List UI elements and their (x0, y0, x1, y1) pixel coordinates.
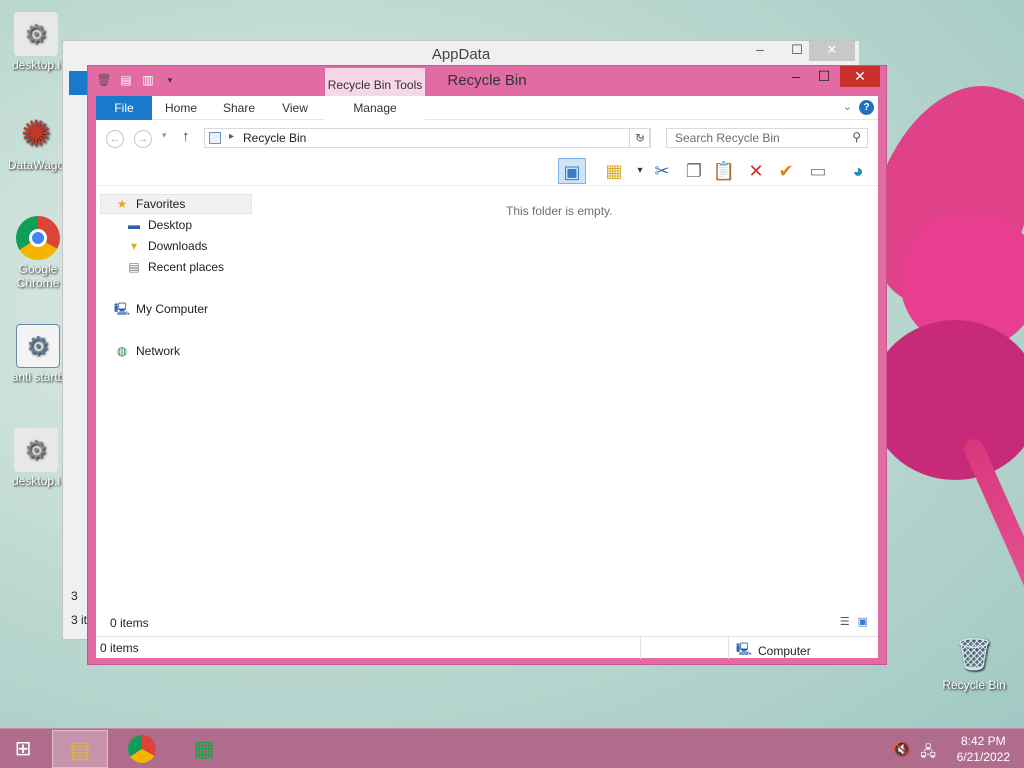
tab-manage[interactable]: Manage (325, 96, 425, 120)
chrome-icon (128, 735, 156, 763)
tab-share[interactable]: Share (214, 96, 264, 120)
network-icon: ◍ (116, 344, 128, 358)
chrome-icon (16, 216, 60, 260)
preview-pane-icon[interactable]: ▣ (558, 158, 586, 184)
settings-file-icon: ⚙ (14, 428, 58, 472)
appdata-status: 3 it (71, 613, 88, 627)
status-divider (728, 637, 729, 659)
search-input[interactable]: Search Recycle Bin ⚲ (666, 128, 868, 148)
downloads-folder-icon: ▾ (130, 239, 138, 253)
clock-date: 6/21/2022 (956, 750, 1010, 764)
maximize-button[interactable]: ☐ (810, 66, 838, 87)
paste-icon[interactable]: 📋 (710, 158, 738, 184)
restore-icon[interactable]: ✔ (772, 158, 800, 184)
status-location-label: Computer (758, 643, 811, 658)
appdata-close-button[interactable]: ✕ (809, 41, 855, 61)
appdata-side-number: 3 (71, 589, 78, 603)
desktop-icon-label: Recycle Bin (942, 678, 1006, 692)
nav-network[interactable]: ◍ Network (114, 341, 180, 361)
desktop-icon-label: Google Chrome (16, 262, 60, 290)
empty-folder-message: This folder is empty. (506, 204, 613, 218)
search-icon[interactable]: ⚲ (852, 130, 861, 144)
store-icon: ▦ (193, 736, 215, 761)
up-button[interactable]: ↑ (182, 128, 190, 145)
settings-file-icon: ⚙ (14, 12, 58, 56)
ribbon-tabs: File Home Share View Manage ⌄ ? (96, 96, 878, 120)
close-button[interactable]: ✕ (840, 66, 880, 87)
back-button[interactable]: ← (106, 130, 124, 148)
taskbar-google-chrome[interactable] (114, 730, 170, 768)
cut-icon[interactable]: ✂ (648, 158, 676, 184)
ribbon-expand-icon[interactable]: ⌄ (843, 100, 852, 113)
help-icon[interactable]: ? (859, 100, 874, 115)
recent-places-icon: ▤ (128, 260, 140, 274)
appdata-minimize-button[interactable]: – (737, 41, 783, 61)
details-view-icon[interactable]: ☰ (840, 615, 850, 628)
breadcrumb[interactable]: Recycle Bin (243, 131, 306, 145)
large-icons-view-icon[interactable]: ▣ (858, 615, 868, 628)
tab-file[interactable]: File (96, 96, 152, 120)
taskbar: ⊞ ▤ ▦ 🔇 🖧 8:42 PM 6/21/2022 (0, 728, 1024, 768)
nav-favorites-label: Favorites (136, 197, 186, 211)
refresh-button[interactable]: ↻ (629, 128, 651, 148)
nav-network-label: Network (136, 344, 181, 358)
recycle-bin-location-icon (209, 132, 221, 144)
start-button-windows-icon[interactable]: ⊞ (8, 737, 38, 761)
nav-computer-label: My Computer (136, 302, 209, 316)
tab-view[interactable]: View (270, 96, 320, 120)
search-placeholder: Search Recycle Bin (675, 131, 780, 145)
system-tray: 🔇 🖧 (893, 741, 936, 765)
nav-desktop[interactable]: ▬ Desktop (126, 215, 192, 235)
desktop-icon-recycle-bin[interactable]: 🗑 Recycle Bin (938, 632, 1010, 692)
clock[interactable]: 8:42 PM 6/21/2022 (957, 733, 1010, 765)
copy-icon[interactable]: ❐ (680, 158, 708, 184)
nav-downloads-label: Downloads (148, 239, 208, 253)
status-location: 🖳 Computer (736, 640, 811, 661)
nav-favorites[interactable]: ★ Favorites (114, 194, 186, 214)
wallpaper-stem (960, 435, 1024, 746)
datawagon-icon: ✺ (20, 113, 52, 154)
command-toolbar: ▣ ▦ ▾ ✂ ❐ 📋 ✕ ✔ ▭ ◕ (96, 156, 878, 186)
computer-icon: 🖳 (114, 302, 131, 316)
nav-my-computer[interactable]: 🖳 My Computer (114, 299, 208, 319)
forward-button[interactable]: → (134, 130, 152, 148)
tab-home[interactable]: Home (156, 96, 206, 120)
nav-recent-places[interactable]: ▤ Recent places (126, 257, 224, 277)
explorer-body: File Home Share View Manage ⌄ ? ← → ▾ ↑ … (96, 96, 878, 661)
breadcrumb-separator-icon[interactable]: ▸ (229, 131, 234, 142)
wallpaper-petal (870, 320, 1024, 480)
nav-downloads[interactable]: ▾ Downloads (126, 236, 207, 256)
computer-icon: 🖳 (736, 642, 753, 656)
properties-icon[interactable]: ▭ (804, 158, 832, 184)
status-bar: 0 items 🖳 Computer (96, 636, 878, 661)
navigation-pane: ★ Favorites ▬ Desktop ▾ Downloads ▤ Rece… (96, 194, 256, 634)
settings-gear-icon: ⚙ (16, 324, 60, 368)
recycle-bin-window[interactable]: 🗑 ▤ ▥ ▾ Recycle Bin Tools Recycle Bin – … (87, 65, 887, 665)
network-tray-icon[interactable]: 🖧 (920, 741, 936, 765)
nav-recent-label: Recent places (148, 260, 225, 274)
content-item-count: 0 items (110, 616, 149, 630)
star-icon: ★ (116, 197, 128, 211)
recent-locations-icon[interactable]: ▾ (162, 130, 167, 141)
window-titlebar[interactable]: 🗑 ▤ ▥ ▾ Recycle Bin Tools Recycle Bin – … (88, 66, 886, 122)
window-title: Recycle Bin (447, 72, 527, 89)
status-divider (640, 637, 641, 659)
address-bar[interactable]: ▸ Recycle Bin ⌄ (204, 128, 650, 148)
desktop-icon: ▬ (128, 218, 140, 232)
status-items: 0 items (100, 641, 139, 655)
taskbar-store[interactable]: ▦ (176, 730, 232, 768)
nav-desktop-label: Desktop (148, 218, 193, 232)
minimize-button[interactable]: – (782, 66, 810, 87)
view-switcher: ☰ ▣ (840, 615, 868, 628)
folder-options-icon[interactable]: ▦ (600, 158, 628, 184)
taskbar-file-explorer[interactable]: ▤ (52, 730, 108, 768)
delete-icon[interactable]: ✕ (742, 158, 770, 184)
recycle-bin-icon: 🗑 (953, 636, 995, 672)
network-shell-icon[interactable]: ◕ (844, 158, 872, 184)
appdata-maximize-button[interactable]: ☐ (783, 41, 811, 61)
file-explorer-icon: ▤ (69, 737, 91, 762)
volume-muted-icon[interactable]: 🔇 (893, 741, 910, 765)
address-bar-row: ← → ▾ ↑ ▸ Recycle Bin ⌄ ↻ Search Recycle… (96, 124, 878, 154)
clock-time: 8:42 PM (960, 734, 1006, 748)
